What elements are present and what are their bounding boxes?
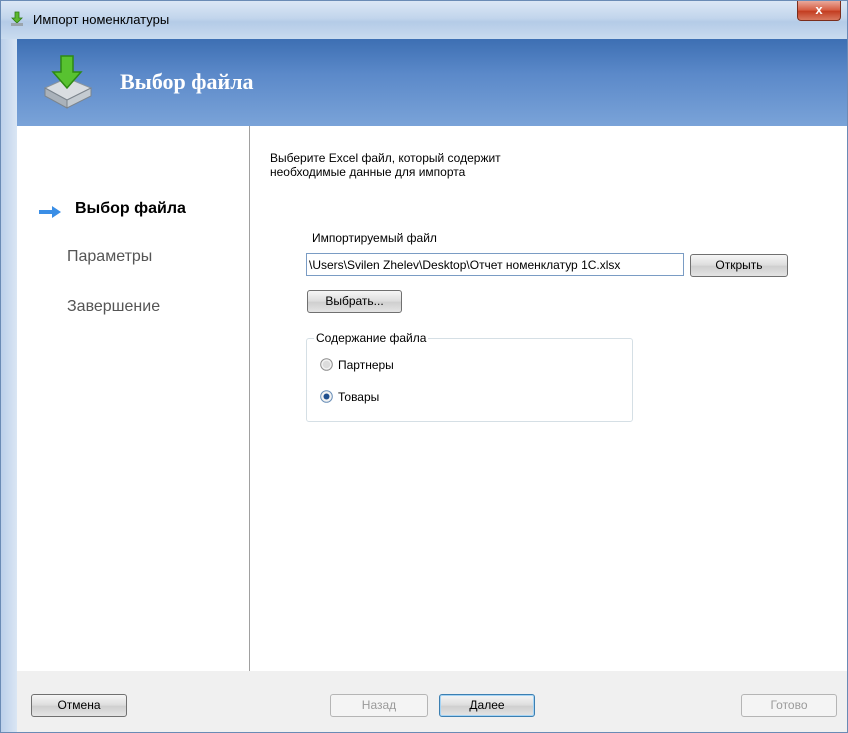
open-button[interactable]: Открыть (690, 254, 788, 277)
import-dialog-window: Импорт номенклатуры x Выбор файла Выбор … (0, 0, 848, 733)
choose-file-button[interactable]: Выбрать... (307, 290, 402, 313)
wizard-header: Выбор файла (17, 39, 847, 126)
instruction-line-2: необходимые данные для импорта (270, 165, 466, 179)
file-content-group (306, 338, 633, 422)
import-app-icon (11, 11, 23, 26)
instruction-line-1: Выберите Excel файл, который содержит (270, 151, 501, 165)
import-download-icon (43, 55, 93, 109)
radio-partners[interactable] (320, 358, 333, 371)
radio-goods[interactable] (320, 390, 333, 403)
file-path-input[interactable] (306, 253, 684, 276)
finish-button[interactable]: Готово (741, 694, 837, 717)
step-file-selection: Выбор файла (75, 200, 186, 217)
window-title: Импорт номенклатуры (33, 12, 170, 27)
radio-partners-label[interactable]: Партнеры (338, 358, 394, 372)
file-label: Импортируемый файл (312, 231, 437, 245)
footer-bar: Отмена Назад Далее Готово (17, 671, 847, 732)
header-title: Выбор файла (120, 69, 254, 94)
step-completion: Завершение (67, 298, 161, 315)
next-button[interactable]: Далее (439, 694, 535, 717)
title-bar[interactable]: Импорт номенклатуры x (1, 1, 847, 40)
wizard-steps-panel: Выбор файла Параметры Завершение (17, 126, 250, 671)
current-step-arrow-icon (39, 206, 61, 218)
group-title: Содержание файла (314, 331, 429, 345)
radio-goods-label[interactable]: Товары (338, 390, 379, 404)
instruction-text: Выберите Excel файл, который содержит не… (270, 151, 630, 179)
back-button[interactable]: Назад (330, 694, 428, 717)
close-button[interactable]: x (797, 1, 841, 21)
step-parameters: Параметры (67, 248, 153, 265)
window-left-frame (1, 39, 17, 732)
cancel-button[interactable]: Отмена (31, 694, 127, 717)
